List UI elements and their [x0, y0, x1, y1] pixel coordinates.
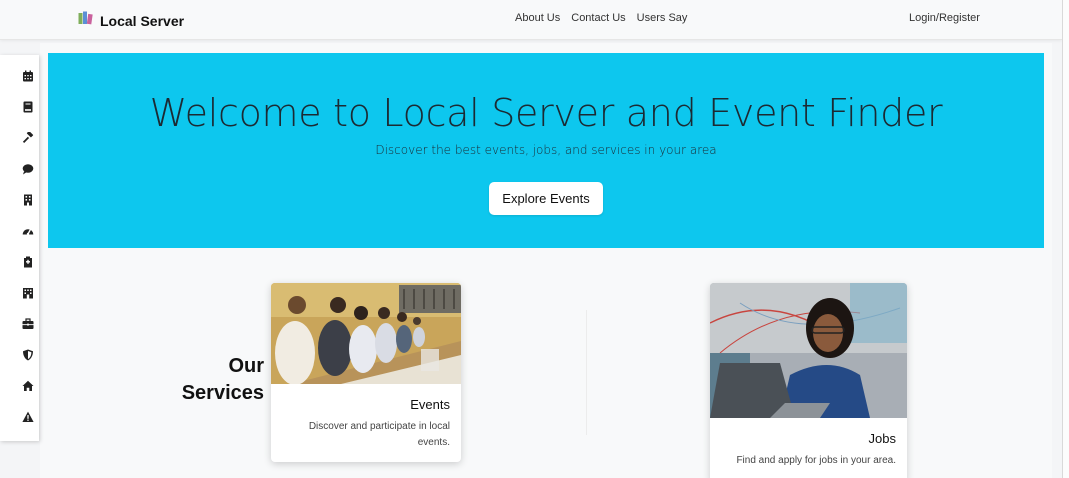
explore-events-button[interactable]: Explore Events: [489, 182, 603, 215]
nav-links: About Us Contact Us Users Say: [515, 12, 687, 24]
briefcase-icon[interactable]: [20, 316, 36, 332]
hero-banner: Welcome to Local Server and Event Finder…: [48, 53, 1044, 248]
shield-icon[interactable]: [20, 347, 36, 363]
brand[interactable]: Local Server: [78, 11, 184, 30]
login-register-link[interactable]: Login/Register: [909, 12, 980, 24]
jobs-card-title: Jobs: [868, 431, 896, 446]
jobs-card-text: Find and apply for jobs in your area.: [736, 455, 896, 466]
nav-users-say[interactable]: Users Say: [637, 12, 688, 24]
hero-subtitle: Discover the best events, jobs, and serv…: [375, 143, 717, 157]
nav-about-us[interactable]: About Us: [515, 12, 560, 24]
calendar-icon[interactable]: [20, 68, 36, 84]
events-card-text: Discover and participate in local events…: [308, 421, 450, 448]
nav-contact-us[interactable]: Contact Us: [571, 12, 625, 24]
book-icon[interactable]: [20, 99, 36, 115]
top-navbar: Local Server About Us Contact Us Users S…: [0, 0, 1062, 40]
gauge-icon[interactable]: [20, 223, 36, 239]
warning-icon[interactable]: [20, 409, 36, 425]
gavel-icon[interactable]: [20, 130, 36, 146]
home-icon[interactable]: [20, 378, 36, 394]
events-card-title: Events: [410, 397, 450, 412]
brand-name: Local Server: [100, 12, 185, 29]
chat-icon[interactable]: [20, 161, 36, 177]
books-logo-icon: [78, 11, 93, 30]
hospital-icon[interactable]: [20, 254, 36, 270]
sidebar: [0, 55, 39, 441]
events-photo: [271, 283, 461, 384]
jobs-photo: [710, 283, 907, 418]
window-edge: [1062, 0, 1069, 478]
city-icon[interactable]: [20, 285, 36, 301]
services-heading: Our Services: [181, 355, 264, 404]
section-divider: [586, 310, 587, 435]
jobs-card[interactable]: Jobs Find and apply for jobs in your are…: [710, 283, 907, 478]
building-icon[interactable]: [20, 192, 36, 208]
events-card[interactable]: Events Discover and participate in local…: [271, 283, 461, 462]
hero-title: Welcome to Local Server and Event Finder: [149, 91, 943, 135]
